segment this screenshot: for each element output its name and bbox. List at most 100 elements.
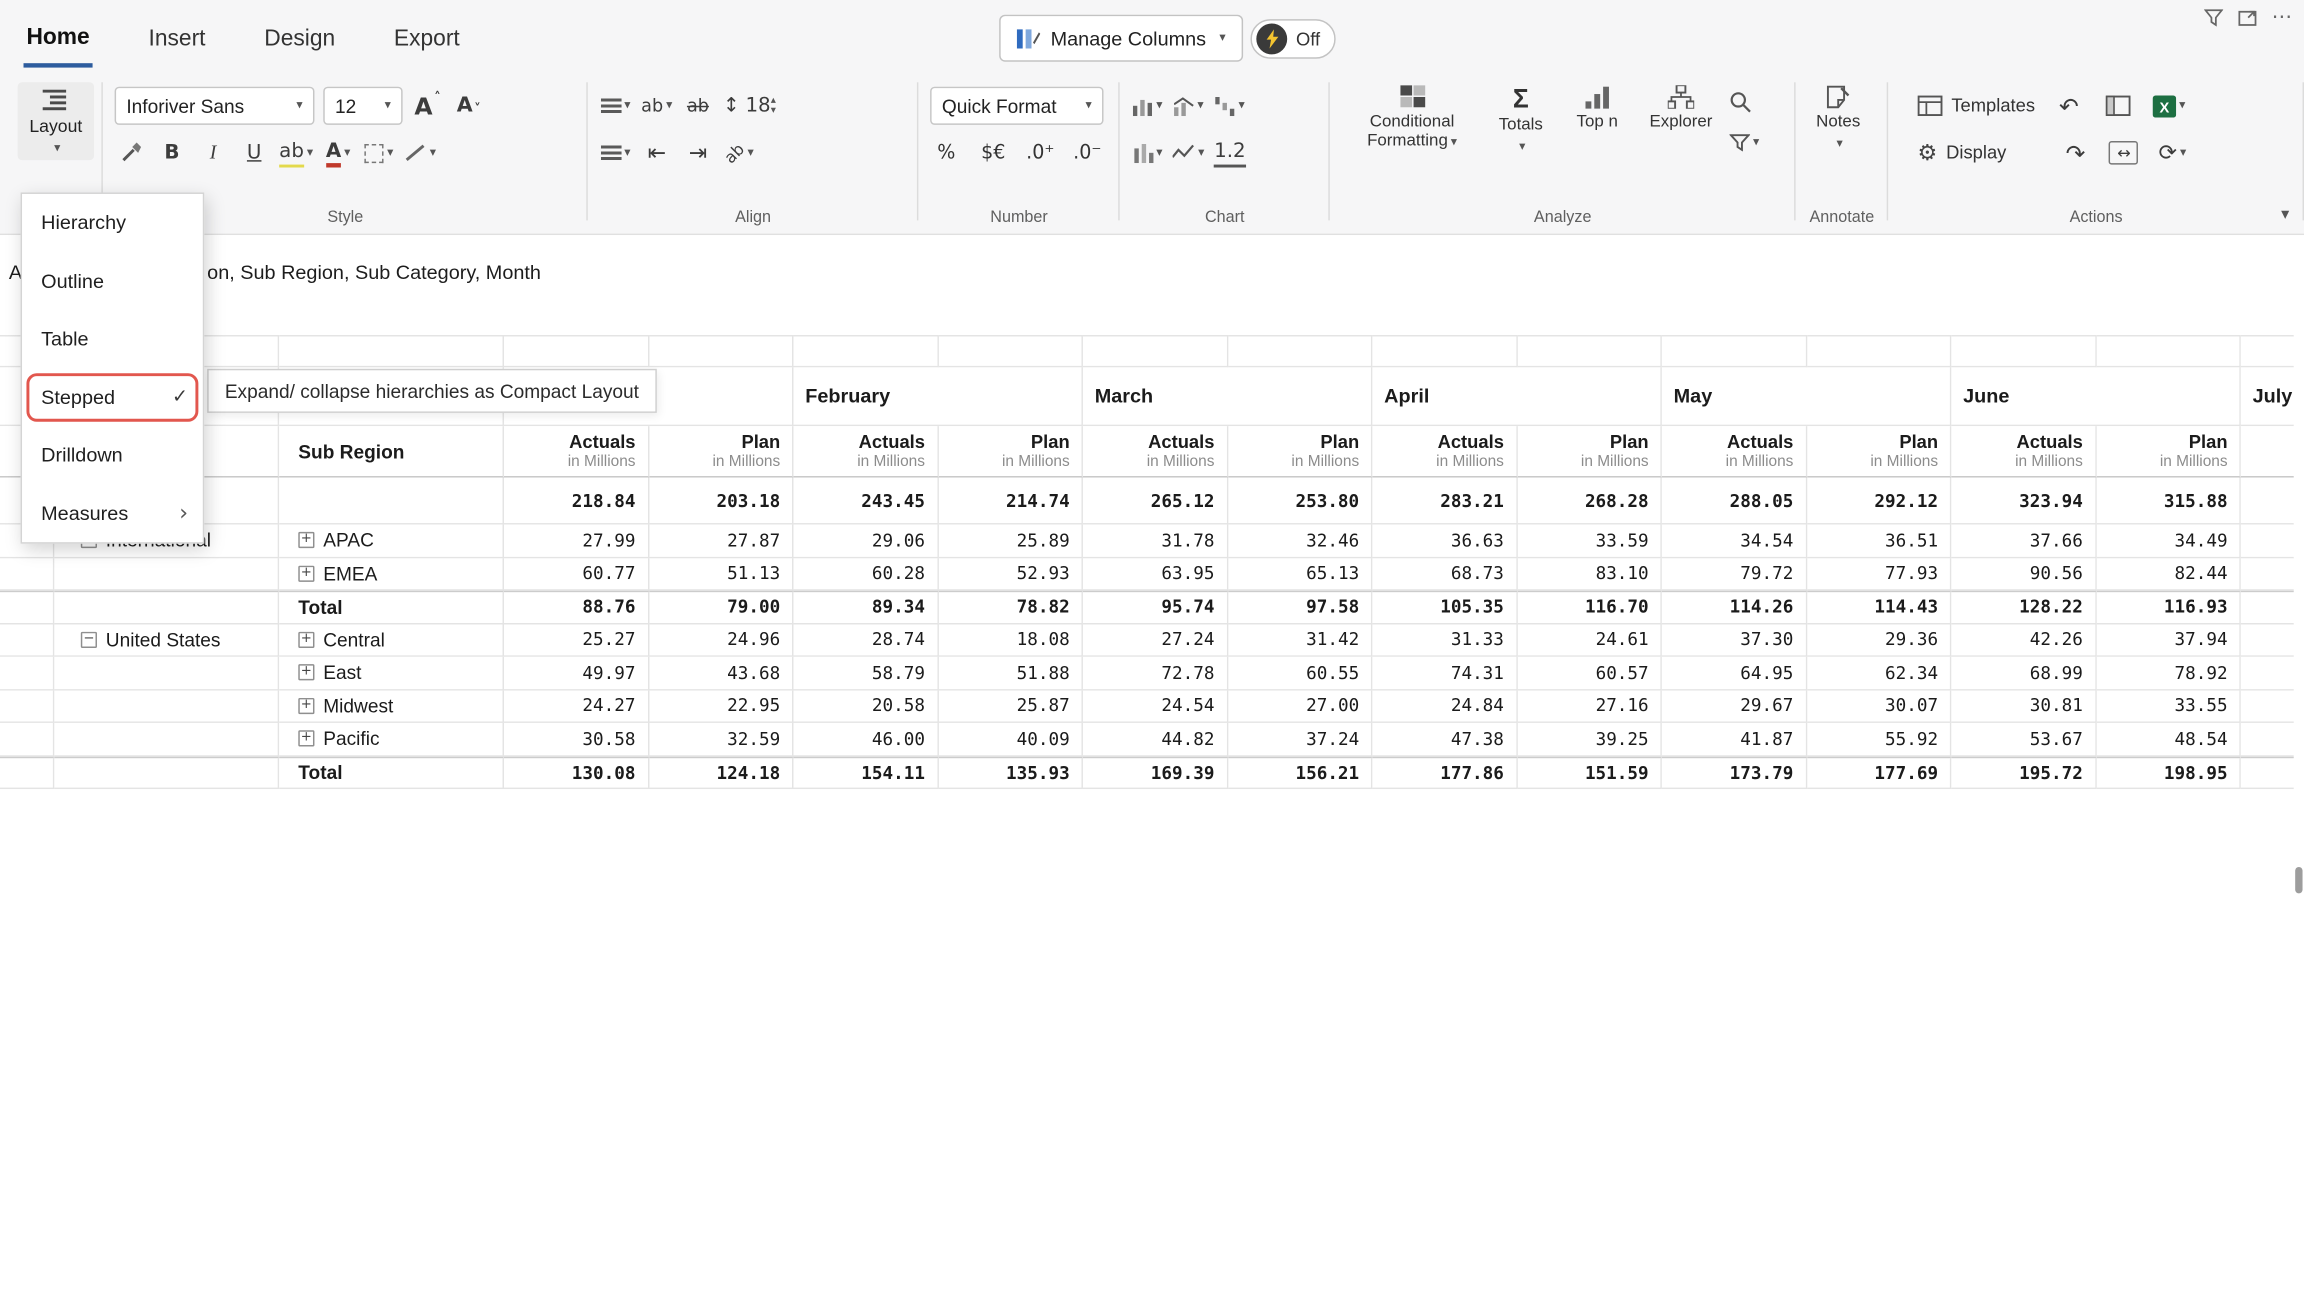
value-cell[interactable]: 124.18 xyxy=(649,756,794,789)
font-size-select[interactable]: 12 xyxy=(323,87,402,125)
value-cell[interactable]: 79.00 xyxy=(649,591,794,624)
value-cell[interactable] xyxy=(2241,478,2294,525)
value-cell[interactable]: 72.78 xyxy=(1083,657,1228,690)
value-cell[interactable]: 323.94 xyxy=(1951,478,2096,525)
decrease-font-button[interactable]: A˅ xyxy=(453,87,485,125)
menu-item-measures[interactable]: Measures› xyxy=(22,484,203,542)
value-cell[interactable]: 33.59 xyxy=(1517,525,1662,558)
templates-button[interactable]: Templates xyxy=(1918,96,2036,117)
value-cell[interactable]: 58.79 xyxy=(793,657,938,690)
value-cell[interactable]: 60.55 xyxy=(1228,657,1373,690)
menu-item-drilldown[interactable]: Drilldown xyxy=(22,426,203,484)
top-n-button[interactable]: Top n xyxy=(1562,82,1633,229)
value-cell[interactable]: 243.45 xyxy=(793,478,938,525)
value-cell[interactable]: 65.13 xyxy=(1228,558,1373,591)
value-cell[interactable] xyxy=(2241,723,2294,756)
value-cell[interactable]: 34.49 xyxy=(2096,525,2241,558)
value-cell[interactable]: 177.69 xyxy=(1807,756,1952,789)
value-cell[interactable]: 20.58 xyxy=(793,690,938,723)
value-cell[interactable]: 253.80 xyxy=(1228,478,1373,525)
sub-region-cell[interactable]: Total xyxy=(279,591,504,624)
expand-icon[interactable]: + xyxy=(298,631,314,647)
value-cell[interactable]: 51.88 xyxy=(938,657,1083,690)
value-cell[interactable]: 95.74 xyxy=(1083,591,1228,624)
value-cell[interactable]: 60.57 xyxy=(1517,657,1662,690)
value-cell[interactable] xyxy=(2241,558,2294,591)
tab-design[interactable]: Design xyxy=(261,18,338,65)
merge-text-button[interactable]: ab xyxy=(682,87,714,125)
region-cell[interactable] xyxy=(54,657,279,690)
value-cell[interactable]: 64.95 xyxy=(1662,657,1807,690)
value-cell[interactable]: 30.07 xyxy=(1807,690,1952,723)
value-cell[interactable]: 36.63 xyxy=(1372,525,1517,558)
font-color-button[interactable]: A xyxy=(322,134,354,172)
value-cell[interactable]: 40.09 xyxy=(938,723,1083,756)
value-cell[interactable]: 24.61 xyxy=(1517,624,1662,657)
horizontal-align-button[interactable] xyxy=(600,87,632,125)
value-cell[interactable]: 30.81 xyxy=(1951,690,2096,723)
value-cell[interactable]: 218.84 xyxy=(504,478,649,525)
value-cell[interactable]: 130.08 xyxy=(504,756,649,789)
value-cell[interactable]: 105.35 xyxy=(1372,591,1517,624)
value-cell[interactable]: 90.56 xyxy=(1951,558,2096,591)
value-cell[interactable]: 31.33 xyxy=(1372,624,1517,657)
value-cell[interactable]: 27.24 xyxy=(1083,624,1228,657)
tab-export[interactable]: Export xyxy=(391,18,463,65)
more-icon[interactable]: ⋯ xyxy=(2272,4,2293,29)
value-cell[interactable] xyxy=(2241,624,2294,657)
value-cell[interactable]: 24.27 xyxy=(504,690,649,723)
value-cell[interactable] xyxy=(2241,591,2294,624)
decrease-decimal-button[interactable]: .0⁻ xyxy=(1071,134,1103,172)
increase-indent-button[interactable]: ⇥ xyxy=(682,134,714,172)
region-cell[interactable] xyxy=(54,756,279,789)
value-cell[interactable]: 46.00 xyxy=(793,723,938,756)
value-cell[interactable] xyxy=(2241,657,2294,690)
value-cell[interactable] xyxy=(2241,690,2294,723)
value-cell[interactable]: 83.10 xyxy=(1517,558,1662,591)
undo-button[interactable]: ↶ xyxy=(2053,87,2085,125)
chart-bar-button[interactable] xyxy=(1131,87,1163,125)
filter-top-icon[interactable] xyxy=(2204,8,2223,26)
value-cell[interactable]: 24.54 xyxy=(1083,690,1228,723)
vertical-scrollbar-thumb[interactable] xyxy=(2295,867,2302,893)
decrease-indent-button[interactable]: ⇤ xyxy=(641,134,673,172)
value-cell[interactable]: 27.87 xyxy=(649,525,794,558)
value-cell[interactable]: 27.99 xyxy=(504,525,649,558)
value-cell[interactable]: 315.88 xyxy=(2096,478,2241,525)
format-painter-icon[interactable] xyxy=(115,134,147,172)
expand-icon[interactable]: + xyxy=(298,698,314,714)
menu-item-table[interactable]: Table xyxy=(22,310,203,368)
value-cell[interactable]: 169.39 xyxy=(1083,756,1228,789)
sub-region-cell[interactable]: +Midwest xyxy=(279,690,504,723)
layout-button[interactable]: Layout xyxy=(18,82,94,160)
value-cell[interactable]: 36.51 xyxy=(1807,525,1952,558)
value-cell[interactable]: 268.28 xyxy=(1517,478,1662,525)
chart-combo-button[interactable] xyxy=(1173,87,1205,125)
expand-icon[interactable] xyxy=(2238,8,2257,26)
value-cell[interactable]: 27.00 xyxy=(1228,690,1373,723)
notes-button[interactable]: Notes xyxy=(1801,82,1874,154)
value-cell[interactable]: 177.86 xyxy=(1372,756,1517,789)
text-orientation-button[interactable]: ab xyxy=(723,134,755,172)
value-cell[interactable]: 27.16 xyxy=(1517,690,1662,723)
quick-format-select[interactable]: Quick Format xyxy=(930,87,1103,125)
value-cell[interactable]: 154.11 xyxy=(793,756,938,789)
value-cell[interactable]: 42.26 xyxy=(1951,624,2096,657)
increase-font-button[interactable]: A˄ xyxy=(411,87,443,125)
value-cell[interactable]: 49.97 xyxy=(504,657,649,690)
value-cell[interactable]: 68.73 xyxy=(1372,558,1517,591)
region-cell[interactable] xyxy=(54,723,279,756)
value-cell[interactable]: 37.66 xyxy=(1951,525,2096,558)
value-cell[interactable]: 22.95 xyxy=(649,690,794,723)
value-cell[interactable]: 114.43 xyxy=(1807,591,1952,624)
filter-button[interactable] xyxy=(1729,134,1759,152)
value-cell[interactable]: 44.82 xyxy=(1083,723,1228,756)
font-name-select[interactable]: Inforiver Sans xyxy=(115,87,315,125)
sub-region-cell[interactable]: +Central xyxy=(279,624,504,657)
sparkline-button[interactable] xyxy=(1173,134,1205,172)
value-cell[interactable]: 198.95 xyxy=(2096,756,2241,789)
wrap-text-button[interactable]: ab xyxy=(641,87,673,125)
value-cell[interactable]: 283.21 xyxy=(1372,478,1517,525)
value-cell[interactable]: 53.67 xyxy=(1951,723,2096,756)
value-cell[interactable]: 37.24 xyxy=(1228,723,1373,756)
